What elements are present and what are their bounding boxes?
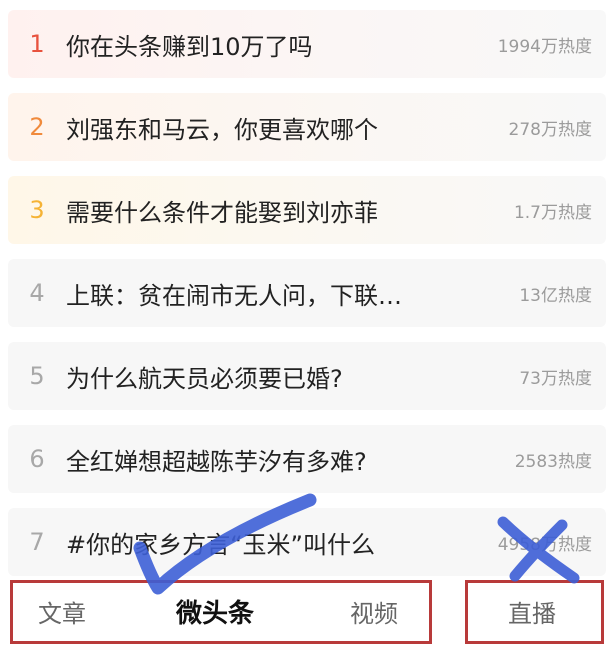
- rank-number: 3: [29, 196, 45, 224]
- list-item[interactable]: 5 为什么航天员必须要已婚? 73万热度: [8, 342, 606, 410]
- highlight-box-live-tab: [465, 580, 604, 644]
- rank-number: 4: [29, 279, 45, 307]
- item-title: 为什么航天员必须要已婚?: [66, 364, 343, 393]
- rank-number: 7: [29, 528, 45, 556]
- list-item[interactable]: 4 上联：贫在闹市无人问，下联… 13亿热度: [8, 259, 606, 327]
- heat-value: 1994万热度: [497, 36, 592, 57]
- rank-number: 6: [29, 445, 45, 473]
- heat-value: 2583热度: [514, 451, 592, 472]
- item-title: 你在头条赚到10万了吗: [66, 32, 313, 61]
- list-item[interactable]: 6 全红婵想超越陈芋汐有多难? 2583热度: [8, 425, 606, 493]
- list-item[interactable]: 1 你在头条赚到10万了吗 1994万热度: [8, 10, 606, 78]
- list-item[interactable]: 3 需要什么条件才能娶到刘亦菲 1.7万热度: [8, 176, 606, 244]
- heat-value: 4958万热度: [497, 534, 592, 555]
- item-title: 需要什么条件才能娶到刘亦菲: [66, 198, 378, 227]
- highlight-box-content-tabs: [10, 580, 432, 644]
- rank-number: 5: [29, 362, 45, 390]
- item-title: 全红婵想超越陈芋汐有多难?: [66, 447, 367, 476]
- list-item[interactable]: 2 刘强东和马云，你更喜欢哪个 278万热度: [8, 93, 606, 161]
- item-title: #你的家乡方言“玉米”叫什么: [66, 530, 375, 559]
- heat-value: 73万热度: [519, 368, 592, 389]
- heat-value: 278万热度: [508, 119, 592, 140]
- heat-value: 1.7万热度: [513, 202, 592, 223]
- item-title: 刘强东和马云，你更喜欢哪个: [66, 115, 378, 144]
- item-title: 上联：贫在闹市无人问，下联…: [66, 281, 402, 310]
- heat-value: 13亿热度: [519, 285, 592, 306]
- list-item[interactable]: 7 #你的家乡方言“玉米”叫什么 4958万热度: [8, 508, 606, 576]
- rank-number: 2: [29, 113, 45, 141]
- rank-number: 1: [29, 30, 45, 58]
